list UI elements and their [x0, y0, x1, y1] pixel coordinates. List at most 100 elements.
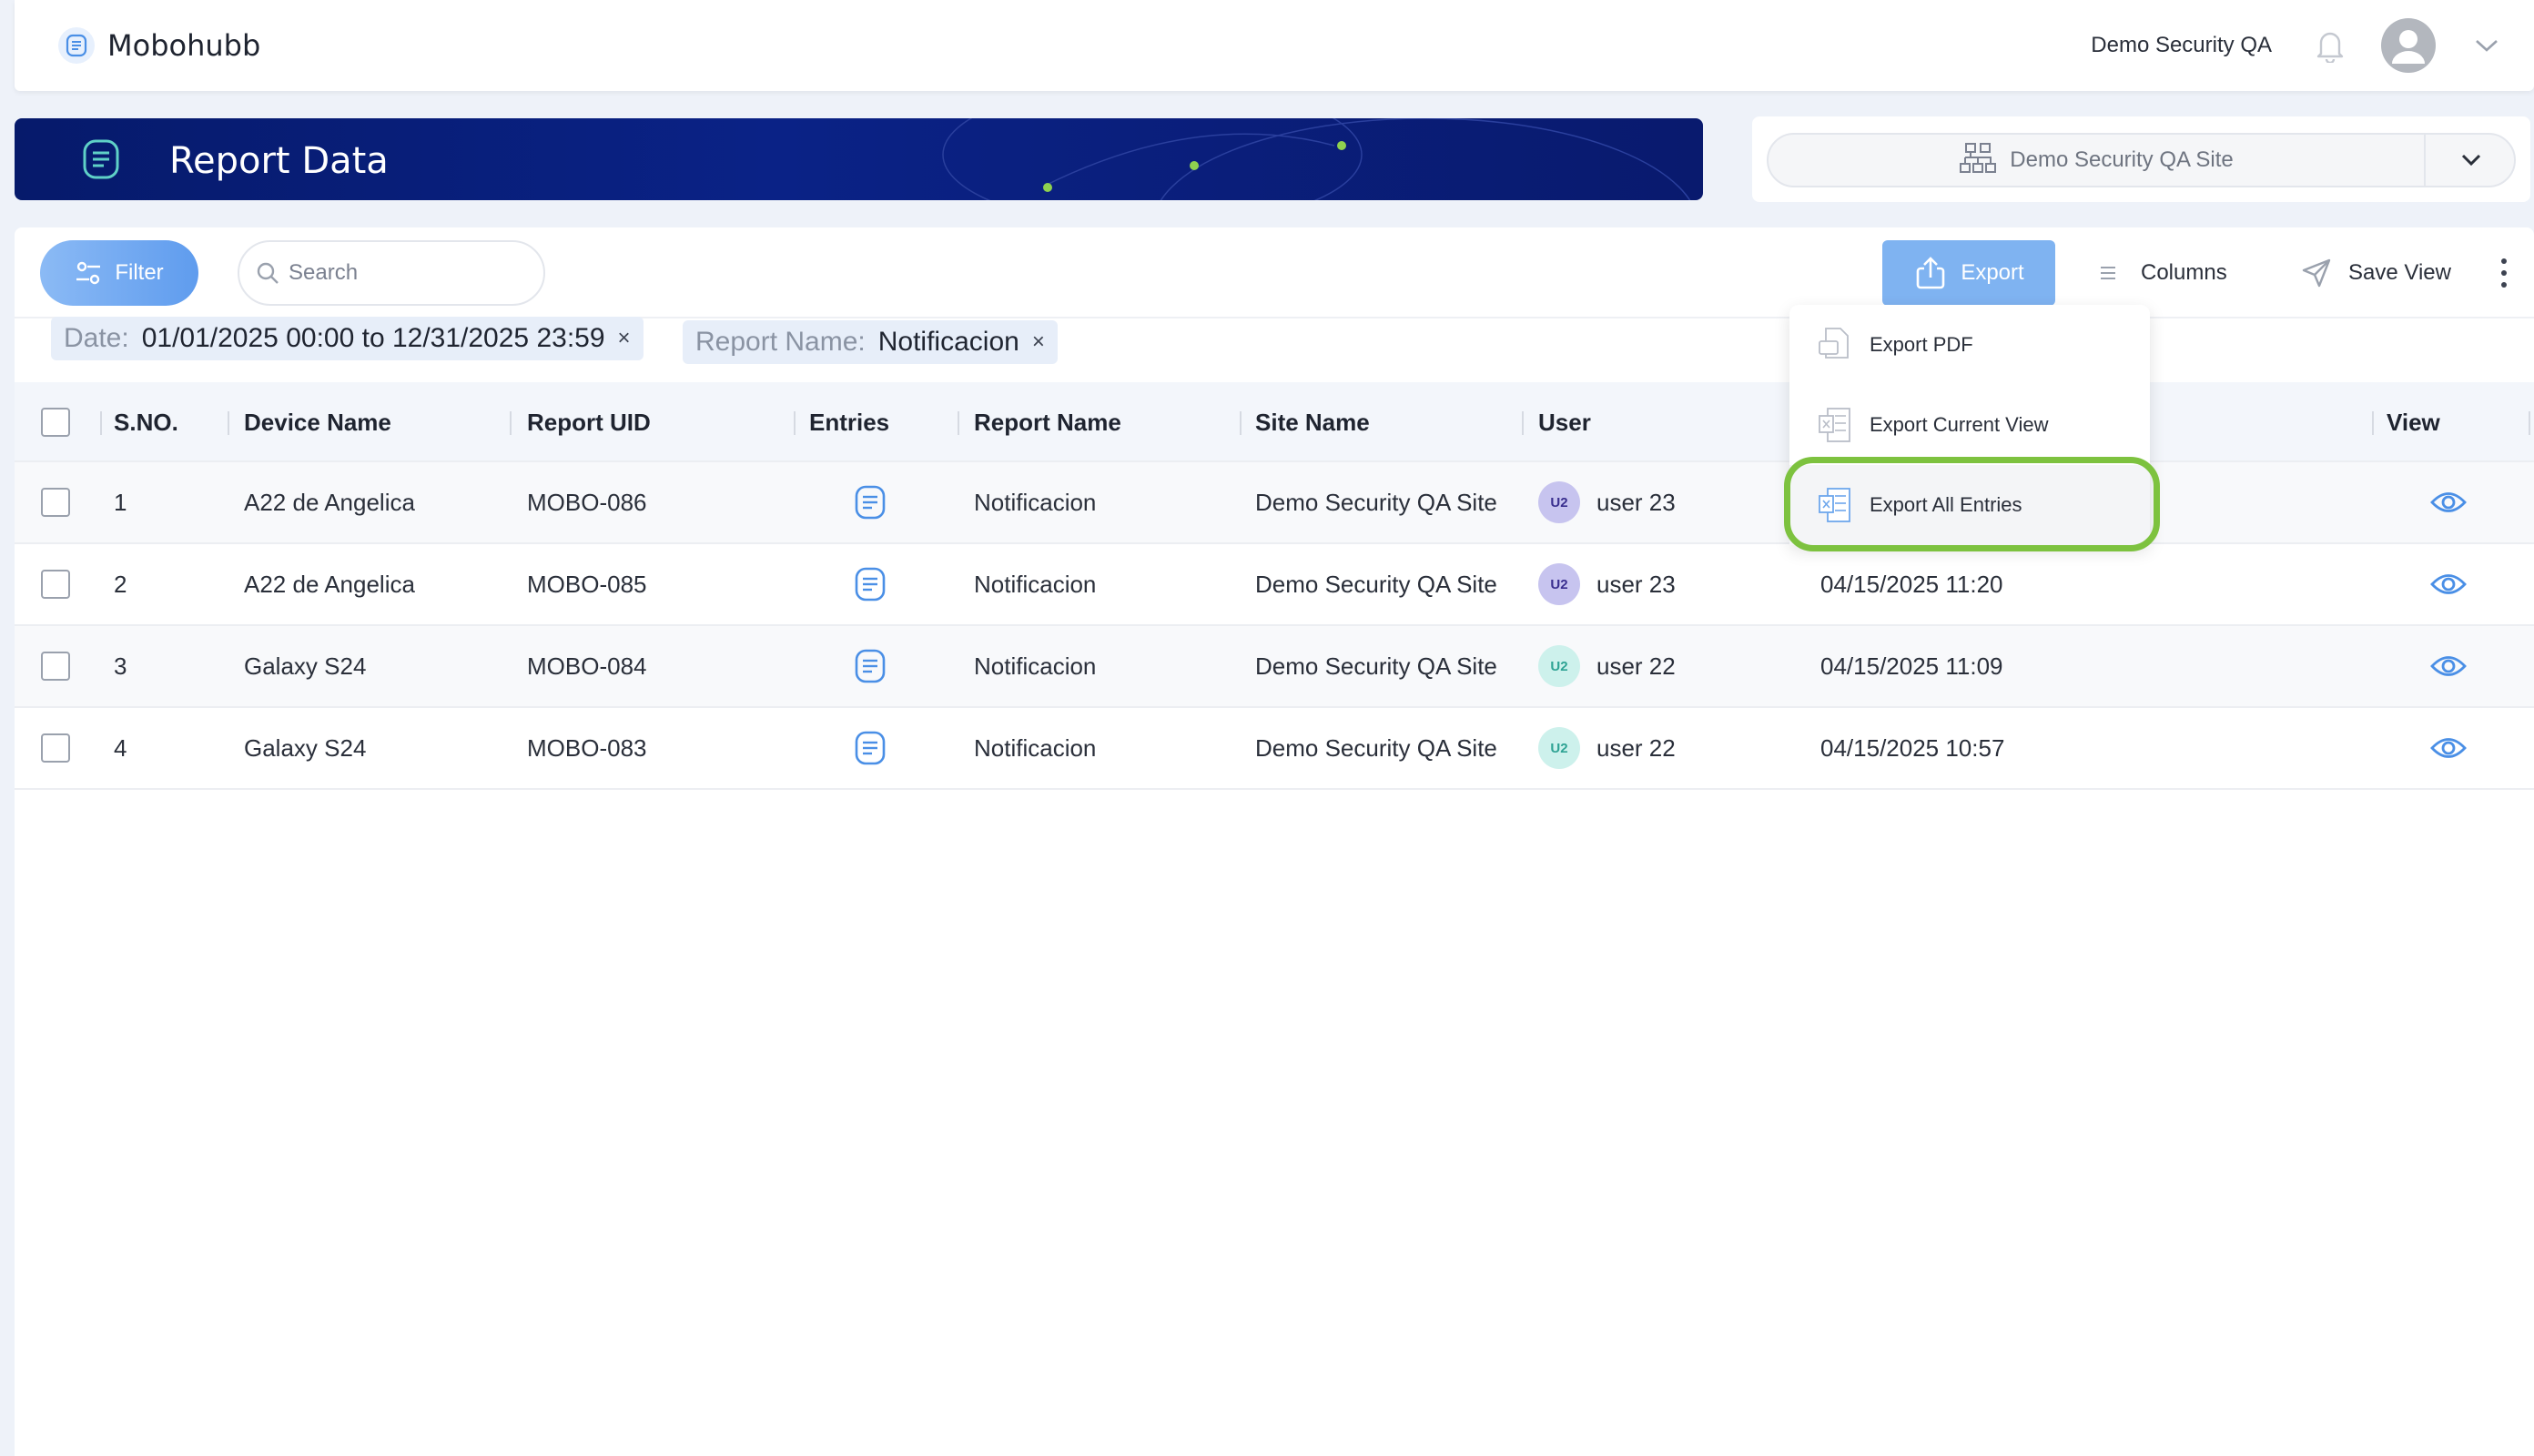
filter-chip-report-name: Report Name: Notificacion × — [683, 320, 1058, 364]
cell-report-name: Notificacion — [974, 652, 1097, 680]
table-row[interactable]: 4 Galaxy S24 MOBO-083 Notificacion Demo Secu… — [15, 708, 2534, 790]
filter-label: Filter — [115, 260, 164, 285]
entries-icon[interactable] — [852, 462, 888, 542]
table-row[interactable]: 3 Galaxy S24 MOBO-084 Notificacion Demo Secu… — [15, 626, 2534, 708]
row-checkbox[interactable] — [41, 544, 70, 624]
site-selector-card: Demo Security QA Site — [1752, 116, 2530, 202]
search-icon — [257, 262, 279, 284]
cell-sno: 4 — [114, 733, 127, 762]
account-menu-chevron-icon[interactable] — [2468, 27, 2505, 64]
cell-device-name: Galaxy S24 — [244, 733, 367, 762]
cell-user: U2 user 23 — [1538, 544, 1676, 624]
user-initials-badge: U2 — [1538, 481, 1580, 523]
view-eye-icon[interactable] — [2430, 462, 2467, 542]
filter-chip-date: Date: 01/01/2025 00:00 to 12/31/2025 23:… — [51, 317, 644, 360]
user-name: user 22 — [1596, 733, 1676, 762]
send-icon — [2302, 258, 2331, 288]
chip-remove-button[interactable]: × — [1032, 329, 1045, 355]
column-separator — [794, 411, 796, 435]
col-entries[interactable]: Entries — [809, 382, 889, 462]
cell-sno: 2 — [114, 570, 127, 598]
selected-site: Demo Security QA Site — [2010, 147, 2234, 172]
columns-button[interactable]: Columns — [2099, 240, 2227, 306]
cell-date: 04/15/2025 11:09 — [1820, 652, 2003, 680]
view-eye-icon[interactable] — [2430, 626, 2467, 706]
columns-list-icon — [2101, 267, 2115, 279]
export-pdf-label: Export PDF — [1870, 333, 1973, 356]
columns-label: Columns — [2141, 260, 2227, 285]
cell-sno: 3 — [114, 652, 127, 680]
chevron-down-icon[interactable] — [2426, 135, 2516, 186]
excel-file-icon — [1819, 408, 1850, 442]
save-view-label: Save View — [2348, 260, 2451, 285]
cell-device-name: A22 de Angelica — [244, 488, 415, 516]
report-table: S.NO. Device Name Report UID Entries Rep… — [15, 382, 2534, 790]
export-all-entries-option[interactable]: Export All Entries — [1789, 465, 2150, 545]
column-separator — [958, 411, 959, 435]
col-sno[interactable]: S.NO. — [114, 382, 178, 462]
export-pdf-option[interactable]: Export PDF — [1789, 305, 2150, 385]
col-view[interactable]: View — [2387, 382, 2440, 462]
export-label: Export — [1961, 260, 2024, 285]
org-name: Demo Security QA — [2091, 33, 2272, 57]
search-box[interactable] — [238, 240, 545, 306]
cell-report-uid: MOBO-086 — [527, 488, 647, 516]
export-current-view-label: Export Current View — [1870, 413, 2049, 436]
view-eye-icon[interactable] — [2430, 544, 2467, 624]
chip-value: Notificacion — [877, 327, 1019, 357]
export-current-view-option[interactable]: Export Current View — [1789, 385, 2150, 465]
select-all-checkbox[interactable] — [41, 382, 70, 462]
chip-remove-button[interactable]: × — [618, 326, 631, 351]
table-body: 1 A22 de Angelica MOBO-086 Notificacion Demo… — [15, 462, 2534, 790]
table-row[interactable]: 1 A22 de Angelica MOBO-086 Notificacion Demo… — [15, 462, 2534, 544]
excel-file-icon — [1819, 488, 1850, 522]
chip-value: 01/01/2025 00:00 to 12/31/2025 23:59 — [141, 323, 605, 353]
col-site-name[interactable]: Site Name — [1255, 382, 1370, 462]
chip-key: Date: — [64, 323, 129, 353]
notification-bell-icon[interactable] — [2312, 27, 2348, 64]
top-bar: Mobohubb Demo Security QA — [15, 0, 2534, 91]
app-name: Mobohubb — [107, 28, 261, 63]
cell-user: U2 user 22 — [1538, 626, 1676, 706]
user-initials-badge: U2 — [1538, 645, 1580, 687]
cell-device-name: Galaxy S24 — [244, 652, 367, 680]
brand[interactable]: Mobohubb — [58, 20, 260, 71]
page-banner: Report Data — [15, 118, 1703, 200]
table-row[interactable]: 2 A22 de Angelica MOBO-085 Notificacion Demo… — [15, 544, 2534, 626]
row-checkbox[interactable] — [41, 708, 70, 788]
cell-site-name: Demo Security QA Site — [1255, 733, 1497, 762]
page-title: Report Data — [169, 140, 389, 182]
user-name: user 23 — [1596, 570, 1676, 598]
pdf-file-icon — [1819, 328, 1849, 359]
user-name: user 23 — [1596, 488, 1676, 516]
upload-icon — [1917, 257, 1945, 289]
search-input[interactable] — [289, 260, 525, 286]
view-eye-icon[interactable] — [2430, 708, 2467, 788]
cell-report-name: Notificacion — [974, 570, 1097, 598]
cell-report-uid: MOBO-085 — [527, 570, 647, 598]
more-options-icon[interactable] — [2490, 251, 2518, 295]
report-icon — [78, 136, 124, 182]
entries-icon[interactable] — [852, 626, 888, 706]
filter-button[interactable]: Filter — [40, 240, 198, 306]
col-user[interactable]: User — [1538, 382, 1591, 462]
col-report-name[interactable]: Report Name — [974, 382, 1121, 462]
column-separator — [1522, 411, 1524, 435]
cell-date: 04/15/2025 10:57 — [1820, 733, 2005, 762]
filter-sliders-icon — [76, 261, 101, 285]
col-device-name[interactable]: Device Name — [244, 382, 391, 462]
col-report-uid[interactable]: Report UID — [527, 382, 651, 462]
user-avatar[interactable] — [2381, 18, 2436, 73]
save-view-button[interactable]: Save View — [2301, 240, 2451, 306]
site-selector[interactable]: Demo Security QA Site — [1767, 133, 2516, 187]
cell-user: U2 user 22 — [1538, 708, 1676, 788]
entries-icon[interactable] — [852, 544, 888, 624]
chip-key: Report Name: — [695, 327, 866, 357]
export-button[interactable]: Export — [1882, 240, 2055, 306]
site-hierarchy-icon — [1959, 142, 1997, 179]
row-checkbox[interactable] — [41, 626, 70, 706]
row-checkbox[interactable] — [41, 462, 70, 542]
export-menu: Export PDF Export Current View Export Al… — [1789, 305, 2150, 546]
entries-icon[interactable] — [852, 708, 888, 788]
cell-device-name: A22 de Angelica — [244, 570, 415, 598]
